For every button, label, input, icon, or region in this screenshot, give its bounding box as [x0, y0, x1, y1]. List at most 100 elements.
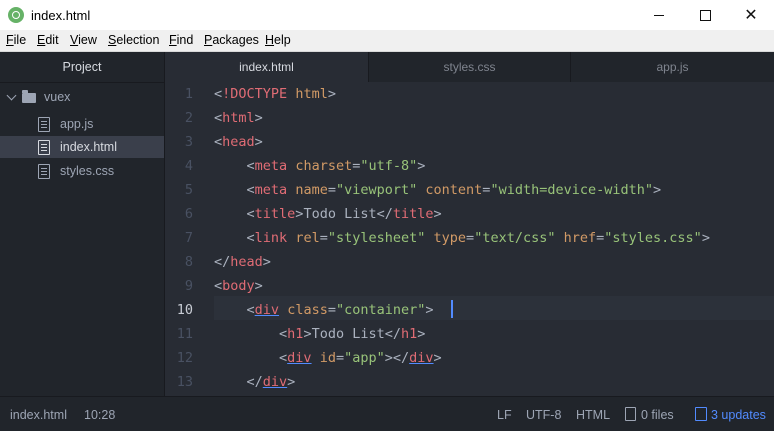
menu-edit[interactable]: Edit: [37, 33, 59, 47]
line-number: 5: [184, 182, 193, 198]
status-encoding[interactable]: UTF-8: [526, 408, 561, 422]
menu-find[interactable]: Find: [169, 33, 193, 47]
code-line: <head>: [214, 130, 263, 154]
line-number: 4: [184, 158, 193, 174]
code-punctuation: </: [376, 206, 393, 222]
tree-file-index-html[interactable]: index.html: [0, 136, 164, 158]
code-punctuation: >: [417, 158, 426, 174]
line-number: 6: [184, 206, 193, 222]
code-tag: body: [222, 278, 255, 294]
code-tag: html: [222, 110, 255, 126]
code-line: </div>: [214, 370, 296, 394]
status-file-name[interactable]: index.html: [10, 408, 67, 422]
code-punctuation: </: [214, 254, 231, 270]
code-punctuation: =: [335, 350, 345, 366]
tab-styles-css[interactable]: styles.css: [369, 52, 571, 82]
code-tag: head: [222, 134, 255, 150]
code-line: <meta name="viewport" content="width=dev…: [214, 178, 662, 202]
code-tag: !DOCTYPE: [222, 86, 288, 102]
code-attribute: html: [295, 86, 328, 102]
code-string: "utf-8": [360, 158, 418, 174]
status-git-files[interactable]: 0 files: [641, 408, 674, 422]
line-number-gutter: 1 2 3 4 5 6 7 8 9 10 11 12 13: [165, 82, 205, 396]
folder-label: vuex: [44, 90, 71, 104]
status-cursor-position[interactable]: 10:28: [84, 408, 115, 422]
menu-view[interactable]: View: [70, 33, 97, 47]
code-punctuation: <: [246, 230, 255, 246]
atom-app-icon: [8, 7, 24, 23]
code-punctuation: <: [214, 134, 223, 150]
tree-file-styles-css[interactable]: styles.css: [0, 160, 164, 182]
code-string: "text/css": [474, 230, 556, 246]
folder-icon: [22, 90, 36, 103]
tree-file-app-js[interactable]: app.js: [0, 113, 164, 135]
code-punctuation: >: [433, 350, 442, 366]
file-text-icon: [38, 164, 50, 179]
tree-folder-vuex[interactable]: vuex: [0, 87, 164, 109]
menu-selection[interactable]: Selection: [108, 33, 159, 47]
code-attribute: type: [433, 230, 467, 246]
file-text-icon: [38, 140, 50, 155]
code-string: "width=device-width": [490, 182, 653, 198]
code-editor[interactable]: 1 2 3 4 5 6 7 8 9 10 11 12 13 <!DOCTYPE …: [165, 82, 774, 396]
tab-bar: index.html styles.css app.js: [165, 52, 774, 82]
status-bar: index.html 10:28 LF UTF-8 HTML 0 files 3…: [0, 396, 774, 431]
code-attribute: href: [563, 230, 597, 246]
chevron-down-icon: [6, 90, 17, 101]
code-line: <meta charset="utf-8">: [214, 154, 426, 178]
title-bar: index.html ✕: [0, 0, 774, 30]
line-number: 3: [184, 134, 193, 150]
code-punctuation: <: [279, 326, 288, 342]
code-attribute: content: [425, 182, 483, 198]
status-grammar[interactable]: HTML: [576, 408, 610, 422]
line-number: 8: [184, 254, 193, 270]
code-tag: title: [254, 206, 296, 222]
maximize-icon: [699, 9, 711, 21]
code-line: <div id="app"></div>: [214, 346, 442, 370]
code-tag: meta: [254, 182, 288, 198]
code-punctuation: >: [425, 302, 434, 318]
code-line: <!DOCTYPE html>: [214, 82, 336, 106]
code-punctuation: =: [327, 182, 336, 198]
code-string: "container": [335, 302, 426, 318]
line-number: 10: [176, 302, 193, 318]
code-line: <link rel="stylesheet" type="text/css" h…: [214, 226, 710, 250]
code-punctuation: </: [392, 350, 410, 366]
status-line-ending[interactable]: LF: [497, 408, 512, 422]
code-text: Todo List: [311, 326, 385, 342]
code-line: </head>: [214, 250, 271, 274]
menu-packages[interactable]: Packages: [204, 33, 259, 47]
menu-file[interactable]: File: [6, 33, 26, 47]
code-attribute: charset: [295, 158, 353, 174]
tab-app-js[interactable]: app.js: [571, 52, 774, 82]
close-icon: ✕: [744, 7, 758, 24]
project-header[interactable]: Project: [0, 52, 164, 83]
code-punctuation: <: [279, 350, 288, 366]
maximize-button[interactable]: [682, 0, 728, 30]
code-punctuation: <: [246, 158, 255, 174]
code-tag: div: [287, 350, 312, 366]
code-punctuation: >: [701, 230, 710, 246]
code-tag: meta: [254, 158, 288, 174]
line-number: 11: [176, 326, 193, 342]
menu-help[interactable]: Help: [265, 33, 291, 47]
code-punctuation: >: [417, 326, 426, 342]
file-text-icon: [38, 117, 50, 132]
code-punctuation: >: [262, 254, 271, 270]
code-string: "styles.css": [604, 230, 702, 246]
line-number: 1: [184, 86, 193, 102]
line-number: 9: [184, 278, 193, 294]
code-tag: div: [262, 374, 288, 390]
close-button[interactable]: ✕: [728, 0, 774, 30]
status-updates[interactable]: 3 updates: [711, 408, 766, 422]
minimize-icon: [654, 14, 664, 16]
code-punctuation: >: [303, 326, 312, 342]
code-line: <title>Todo List</title>: [214, 202, 442, 226]
git-files-icon: [625, 407, 636, 421]
code-attribute: rel: [295, 230, 320, 246]
minimize-button[interactable]: [636, 0, 682, 30]
code-punctuation: </: [246, 374, 263, 390]
tab-index-html[interactable]: index.html: [165, 52, 369, 82]
file-label: app.js: [60, 117, 94, 131]
code-punctuation: <: [214, 278, 223, 294]
